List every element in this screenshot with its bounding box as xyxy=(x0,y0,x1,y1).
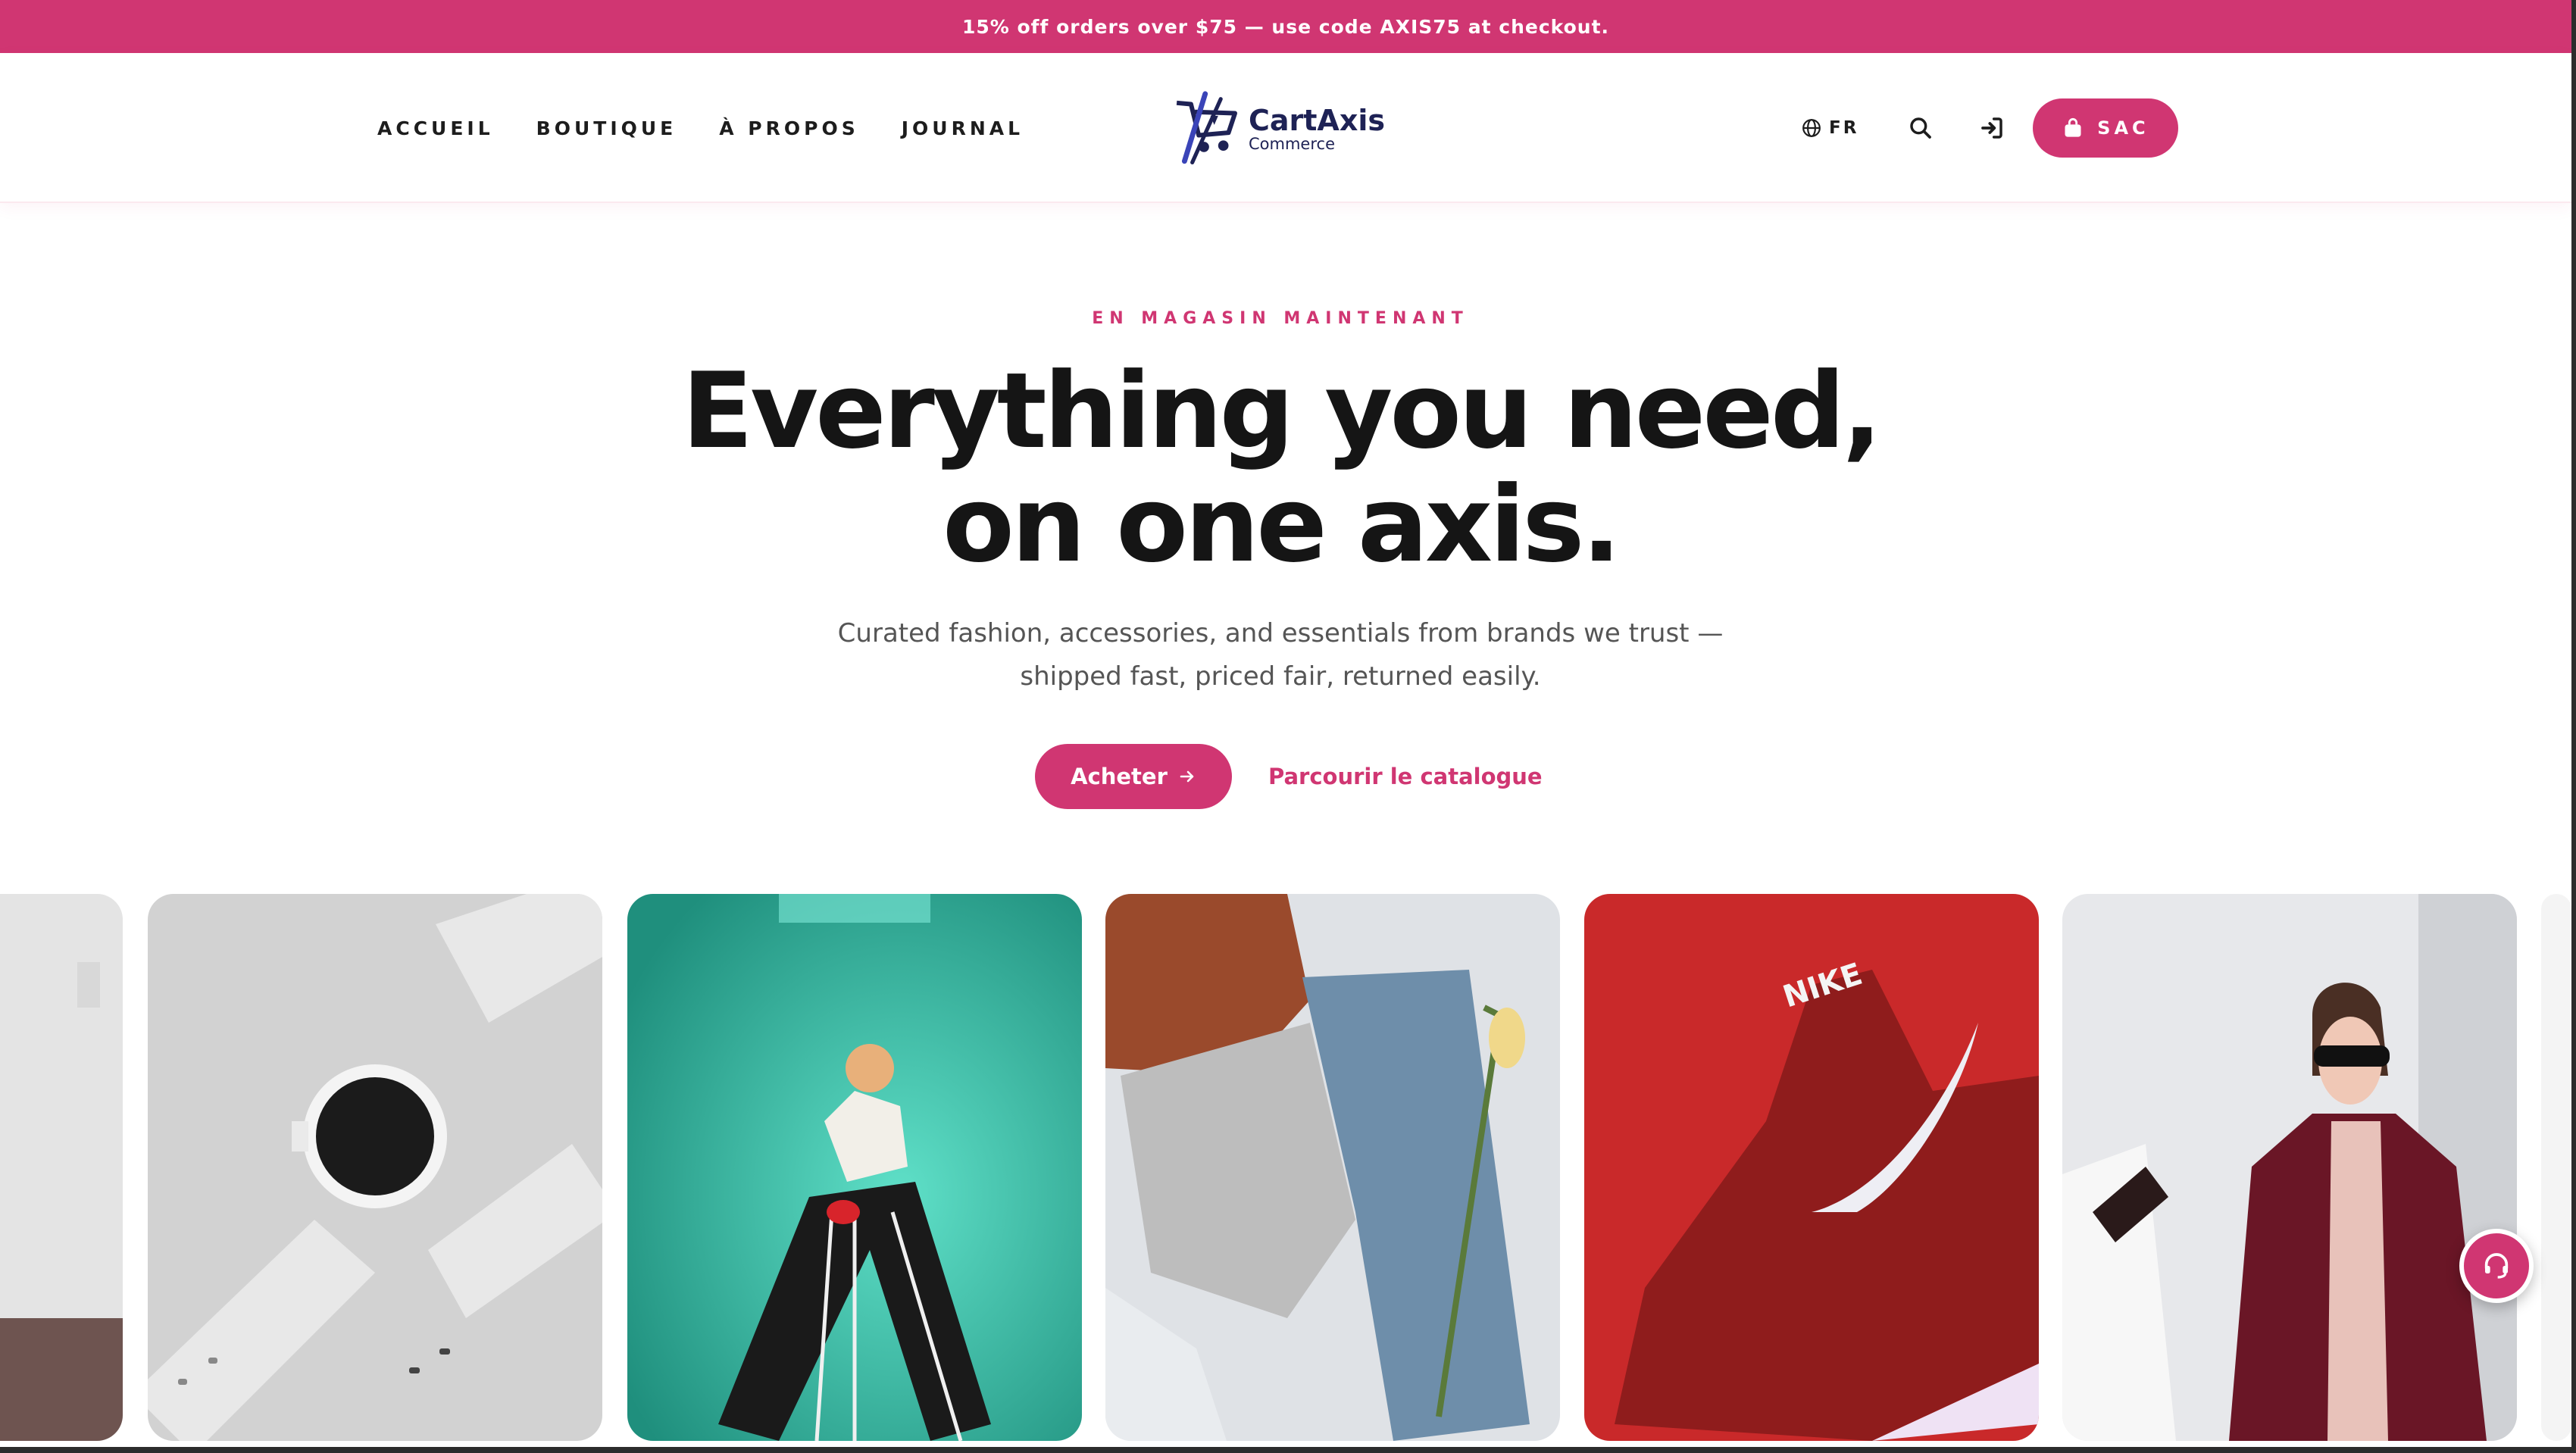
login-button[interactable] xyxy=(1974,110,2010,146)
gallery-card[interactable] xyxy=(2541,894,2571,1441)
main-nav: ACCUEIL BOUTIQUE À PROPOS JOURNAL xyxy=(377,53,1066,203)
nav-journal[interactable]: JOURNAL xyxy=(902,117,1024,139)
nav-a-propos[interactable]: À PROPOS xyxy=(719,117,858,139)
hero-subtext-line2: shipped fast, priced fair, returned easi… xyxy=(1020,661,1541,692)
hero-subtext: Curated fashion, accessories, and essent… xyxy=(788,612,1773,698)
gallery-card[interactable] xyxy=(0,894,123,1441)
brand-name: CartAxis xyxy=(1249,103,1385,137)
product-photo xyxy=(2541,894,2571,1441)
interior-photo xyxy=(0,894,123,1441)
nav-boutique[interactable]: BOUTIQUE xyxy=(536,117,677,139)
cart-logo-icon xyxy=(1176,91,1238,164)
language-label: FR xyxy=(1829,118,1859,138)
gallery-card[interactable] xyxy=(148,894,602,1441)
page: 15% off orders over $75 — use code AXIS7… xyxy=(0,0,2576,1453)
gallery-card[interactable] xyxy=(2062,894,2517,1441)
globe-icon xyxy=(1802,119,1821,137)
browse-catalog-link[interactable]: Parcourir le catalogue xyxy=(1268,764,1543,789)
gallery-card[interactable]: NIKE xyxy=(1584,894,2039,1441)
search-button[interactable] xyxy=(1902,110,1939,146)
support-chat-button[interactable] xyxy=(2459,1229,2534,1303)
woman-teal-wall-photo xyxy=(627,894,1082,1441)
site-header: ACCUEIL BOUTIQUE À PROPOS JOURNAL CartAx… xyxy=(0,53,2571,203)
knitwear-flatlay-photo xyxy=(1105,894,1560,1441)
bag-button[interactable]: SAC xyxy=(2033,98,2179,158)
headset-icon xyxy=(2484,1253,2509,1279)
smartwatch-photo xyxy=(148,894,602,1441)
hero-cta-row: Acheter Parcourir le catalogue xyxy=(1035,744,1543,809)
hero-headline-line1: Everything you need, xyxy=(681,350,1882,472)
gallery-card[interactable] xyxy=(1105,894,1560,1441)
promo-banner: 15% off orders over $75 — use code AXIS7… xyxy=(0,0,2571,53)
promo-text: 15% off orders over $75 — use code AXIS7… xyxy=(961,15,1610,38)
language-selector[interactable]: FR xyxy=(1802,118,1859,138)
search-icon xyxy=(1910,117,1932,139)
hero-eyebrow: EN MAGASIN MAINTENANT xyxy=(1092,309,1469,328)
shop-button[interactable]: Acheter xyxy=(1035,744,1232,809)
red-sneaker-photo: NIKE xyxy=(1584,894,2039,1441)
product-gallery: NIKE xyxy=(0,894,2571,1442)
gallery-card[interactable] xyxy=(627,894,1082,1441)
shop-button-label: Acheter xyxy=(1071,764,1168,789)
hero-headline: Everything you need, on one axis. xyxy=(0,355,2561,582)
woman-coat-photo xyxy=(2062,894,2517,1441)
brand-tagline: Commerce xyxy=(1249,134,1335,153)
bag-label: SAC xyxy=(2097,117,2149,139)
arrow-right-icon xyxy=(1180,770,1194,783)
nav-accueil[interactable]: ACCUEIL xyxy=(377,117,494,139)
shopping-bag-icon xyxy=(2065,118,2081,137)
hero-subtext-line1: Curated fashion, accessories, and essent… xyxy=(837,618,1724,648)
header-actions: FR SAC xyxy=(1802,53,2179,203)
sign-in-icon xyxy=(1981,117,2003,139)
hero-headline-line2: on one axis. xyxy=(943,464,1621,586)
brand-logo[interactable]: CartAxis Commerce xyxy=(1173,83,1385,174)
